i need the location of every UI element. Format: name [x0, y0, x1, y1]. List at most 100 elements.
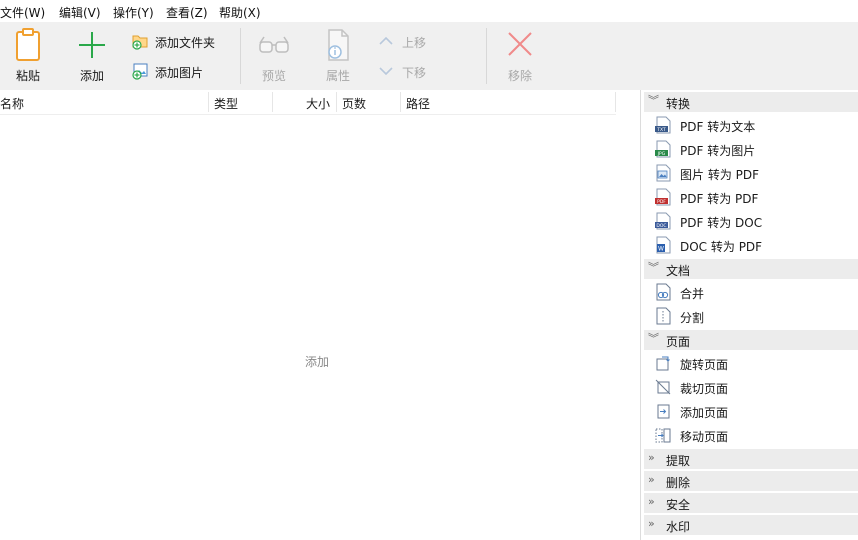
task-label: DOC 转为 PDF: [680, 240, 763, 254]
task-pdf-to-pdf[interactable]: PDF PDF 转为 PDF: [650, 186, 856, 208]
column-divider: [272, 92, 273, 112]
expand-chevron-icon: »: [648, 495, 655, 508]
task-pdf-to-doc[interactable]: DOC PDF 转为 DOC: [650, 210, 856, 232]
file-list[interactable]: 名称 类型 大小 页数 路径 添加: [0, 90, 640, 540]
svg-text:TXT: TXT: [656, 127, 666, 133]
task-add-page[interactable]: 添加页面: [650, 400, 856, 422]
remove-button[interactable]: 移除: [498, 24, 542, 86]
group-title: 转换: [666, 97, 691, 111]
menu-help[interactable]: 帮助(X): [219, 4, 261, 21]
chevron-down-icon: [379, 67, 393, 76]
column-header-type[interactable]: 类型: [214, 95, 238, 112]
toolbar-separator: [240, 28, 241, 84]
pdf-file-icon: PDF: [655, 188, 671, 206]
group-header-security[interactable]: » 安全: [644, 493, 858, 513]
add-image-label: 添加图片: [155, 66, 204, 80]
toolbar: 粘贴 添加 添加文件夹 添加图片 预览 属性 上移 下移 移除: [0, 22, 858, 90]
task-rotate-page[interactable]: 旋转页面: [650, 352, 856, 374]
plus-icon: [79, 32, 105, 58]
rotate-page-icon: [656, 356, 670, 371]
task-label: PDF 转为 DOC: [680, 216, 763, 230]
task-label: PDF 转为图片: [680, 144, 756, 158]
column-header-pages[interactable]: 页数: [342, 95, 366, 112]
expand-chevron-icon: »: [648, 473, 655, 486]
paste-button[interactable]: 粘贴: [6, 24, 50, 86]
toolbar-separator: [486, 28, 487, 84]
svg-text:W: W: [658, 246, 664, 253]
move-page-icon: [655, 428, 671, 443]
jpg-file-icon: JPG: [655, 140, 671, 158]
menu-view[interactable]: 查看(Z): [166, 4, 208, 21]
column-header-name[interactable]: 名称: [0, 95, 24, 112]
task-label: 旋转页面: [680, 358, 729, 372]
add-folder-label: 添加文件夹: [155, 36, 216, 50]
task-label: 裁切页面: [680, 382, 729, 396]
group-header-extract[interactable]: » 提取: [644, 449, 858, 469]
txt-file-icon: TXT: [655, 116, 671, 134]
group-header-watermark[interactable]: » 水印: [644, 515, 858, 535]
move-up-button[interactable]: 上移: [378, 32, 438, 52]
preview-label: 预览: [261, 69, 286, 83]
task-crop-page[interactable]: 裁切页面: [650, 376, 856, 398]
group-header-convert[interactable]: ︾ 转换: [644, 92, 858, 112]
svg-text:DOC: DOC: [656, 223, 666, 229]
group-title: 水印: [666, 520, 691, 534]
svg-text:PDF: PDF: [657, 199, 666, 205]
task-label: 移动页面: [680, 430, 729, 444]
group-header-page[interactable]: ︾ 页面: [644, 330, 858, 350]
properties-label: 属性: [325, 69, 350, 83]
merge-icon: [656, 283, 671, 301]
move-down-label: 下移: [402, 66, 427, 80]
add-image-button[interactable]: 添加图片: [131, 62, 231, 82]
task-label: PDF 转为 PDF: [680, 192, 759, 206]
column-header-size[interactable]: 大小: [306, 95, 330, 112]
preview-button[interactable]: 预览: [252, 24, 296, 86]
task-pdf-to-text[interactable]: TXT PDF 转为文本: [650, 114, 856, 136]
task-pdf-to-image[interactable]: JPG PDF 转为图片: [650, 138, 856, 160]
group-title: 提取: [666, 454, 691, 468]
clipboard-icon: [16, 28, 40, 61]
menu-operation[interactable]: 操作(Y): [113, 4, 154, 21]
column-header-path[interactable]: 路径: [406, 95, 430, 112]
doc-file-icon: DOC: [655, 212, 671, 230]
task-label: 图片 转为 PDF: [680, 168, 760, 182]
column-divider: [400, 92, 401, 112]
expand-chevron-icon: »: [648, 451, 655, 464]
chevron-up-icon: [379, 36, 393, 45]
menu-edit[interactable]: 编辑(V): [59, 4, 101, 21]
menu-file[interactable]: 文件(W): [0, 4, 45, 21]
task-label: 分割: [680, 311, 705, 325]
crop-page-icon: [655, 379, 671, 395]
close-icon: [508, 32, 532, 56]
task-merge[interactable]: 合并: [650, 281, 856, 303]
move-down-button[interactable]: 下移: [378, 62, 438, 82]
task-split[interactable]: 分割: [650, 305, 856, 327]
task-panel: ︾ 转换 TXT PDF 转为文本 JPG PDF 转为图片 图片 转为 PDF…: [642, 90, 858, 540]
expand-chevron-icon: »: [648, 517, 655, 530]
panel-splitter[interactable]: [640, 90, 641, 540]
header-divider: [0, 114, 616, 115]
group-header-delete[interactable]: » 删除: [644, 471, 858, 491]
word-file-icon: W: [656, 236, 671, 254]
add-button[interactable]: 添加: [70, 24, 114, 86]
empty-list-hint[interactable]: 添加: [0, 353, 634, 370]
add-folder-button[interactable]: 添加文件夹: [131, 32, 231, 52]
task-image-to-pdf[interactable]: 图片 转为 PDF: [650, 162, 856, 184]
remove-label: 移除: [507, 69, 532, 83]
move-up-label: 上移: [402, 36, 427, 50]
split-icon: [656, 307, 671, 325]
task-move-page[interactable]: 移动页面: [650, 424, 856, 446]
group-header-document[interactable]: ︾ 文档: [644, 259, 858, 279]
group-title: 安全: [666, 498, 691, 512]
properties-button[interactable]: 属性: [316, 24, 360, 86]
svg-text:JPG: JPG: [657, 151, 666, 157]
menu-bar: 文件(W) 编辑(V) 操作(Y) 查看(Z) 帮助(X): [0, 0, 858, 22]
collapse-chevron-icon: ︾: [648, 332, 659, 345]
task-doc-to-pdf[interactable]: W DOC 转为 PDF: [650, 234, 856, 256]
add-image-icon: [132, 63, 148, 80]
paste-label: 粘贴: [15, 69, 40, 83]
add-label: 添加: [79, 69, 104, 83]
glasses-icon: [259, 36, 289, 53]
group-title: 页面: [666, 335, 691, 349]
collapse-chevron-icon: ︾: [648, 261, 659, 274]
